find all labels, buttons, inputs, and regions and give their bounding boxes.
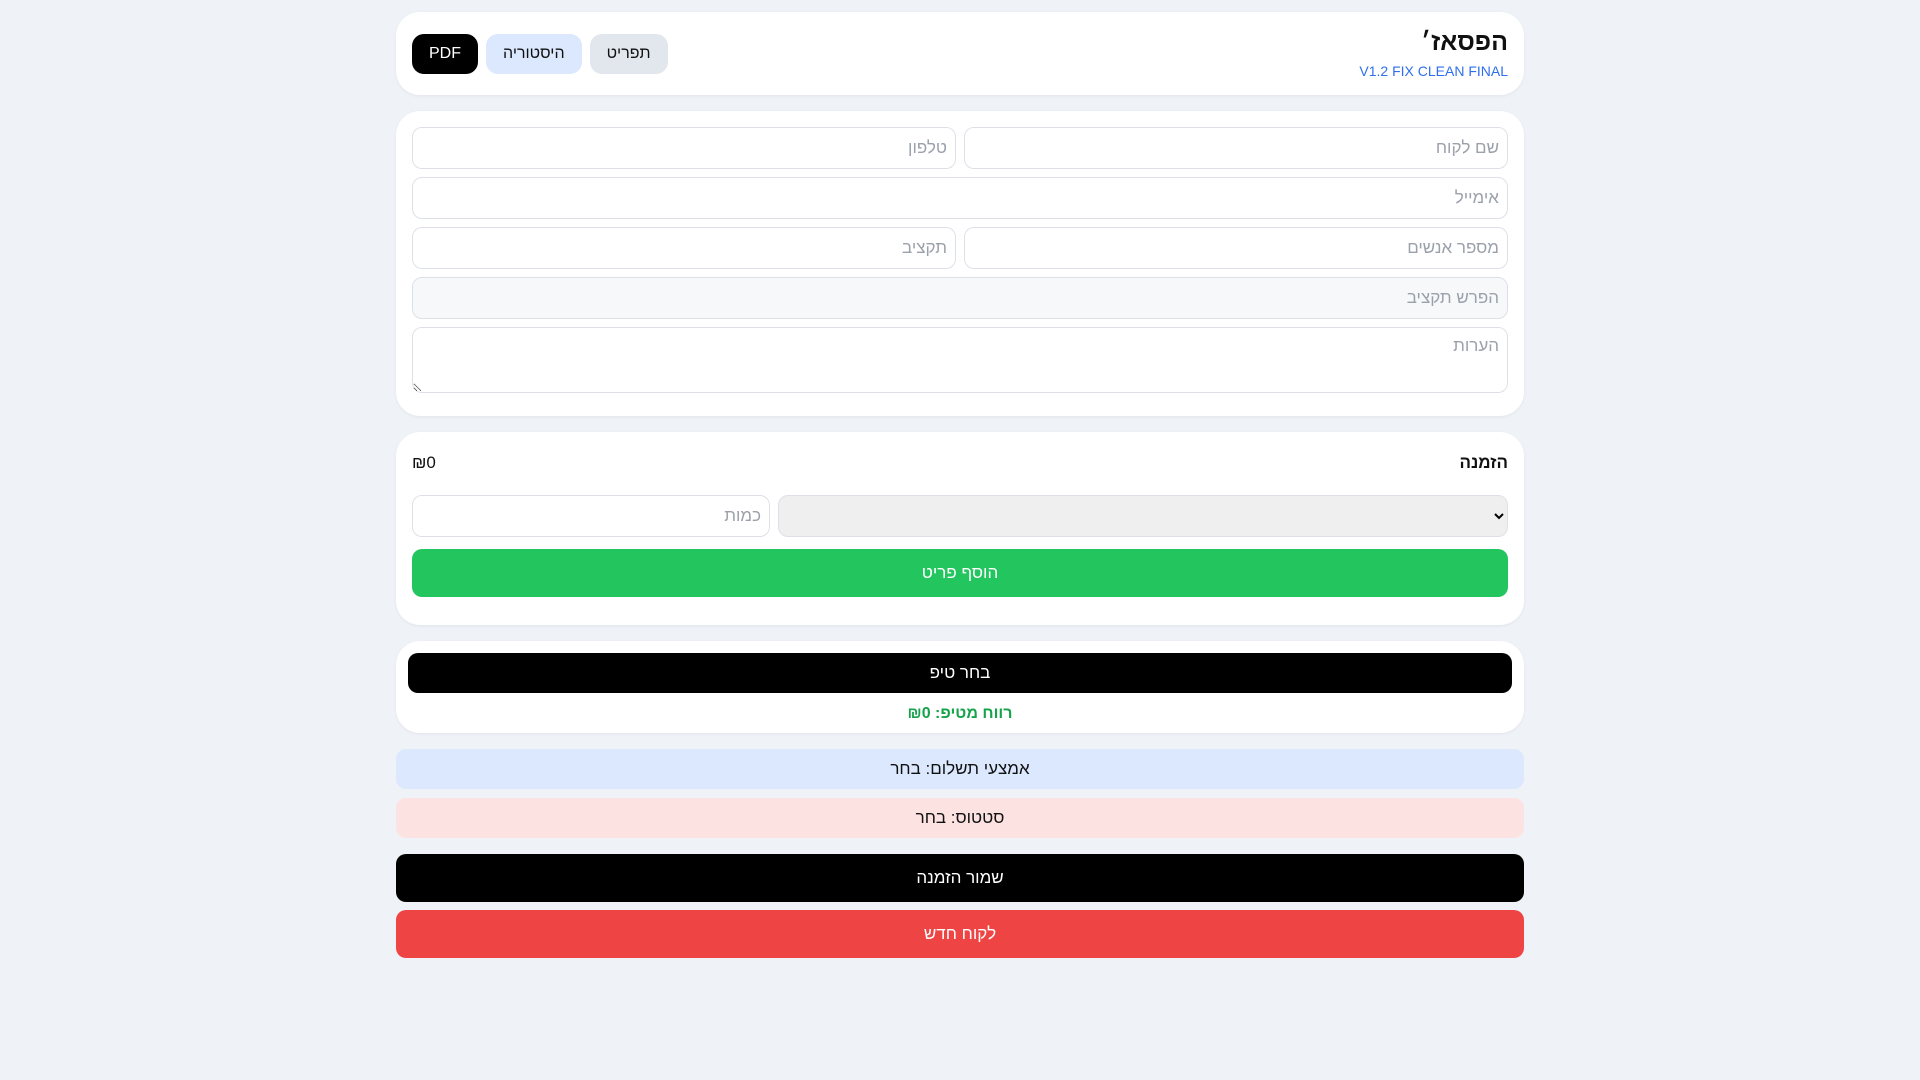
order-title: הזמנה [1459,453,1508,472]
app-title: הפסאז׳ [1421,28,1508,56]
header-card: הפסאז׳ V1.2 FIX CLEAN FINAL תפריט היסטור… [396,12,1524,95]
add-item-button[interactable]: הוסף פריט [412,549,1508,597]
order-total: ₪0 [412,453,436,472]
new-customer-button[interactable]: לקוח חדש [396,910,1524,958]
history-button[interactable]: היסטוריה [486,33,582,74]
payment-method-button[interactable]: אמצעי תשלום: בחר [396,749,1524,789]
choose-tip-button[interactable]: בחר טיפ [408,653,1512,693]
menu-button[interactable]: תפריט [589,33,668,74]
customer-form [396,111,1524,416]
customer-name-input[interactable] [964,127,1508,169]
brand: הפסאז׳ V1.2 FIX CLEAN FINAL [1359,28,1508,79]
order-card: הזמנה ₪0 הוסף פריט [396,432,1524,625]
tip-profit: רווח מטיפ: ₪0 [907,705,1013,722]
notes-textarea[interactable] [412,327,1508,393]
tip-card: בחר טיפ רווח מטיפ: ₪0 [396,641,1524,733]
people-count-input[interactable] [964,227,1508,269]
email-input[interactable] [412,177,1508,219]
budget-diff-input[interactable] [412,277,1508,319]
quantity-input[interactable] [412,495,770,537]
budget-input[interactable] [412,227,956,269]
save-order-button[interactable]: שמור הזמנה [396,854,1524,902]
header-buttons: תפריט היסטוריה PDF [412,33,668,74]
phone-input[interactable] [412,127,956,169]
item-select[interactable] [778,495,1508,537]
app: הפסאז׳ V1.2 FIX CLEAN FINAL תפריט היסטור… [396,12,1524,966]
version-label: V1.2 FIX CLEAN FINAL [1359,63,1508,79]
status-button[interactable]: סטטוס: בחר [396,798,1524,838]
pdf-button[interactable]: PDF [412,33,478,74]
